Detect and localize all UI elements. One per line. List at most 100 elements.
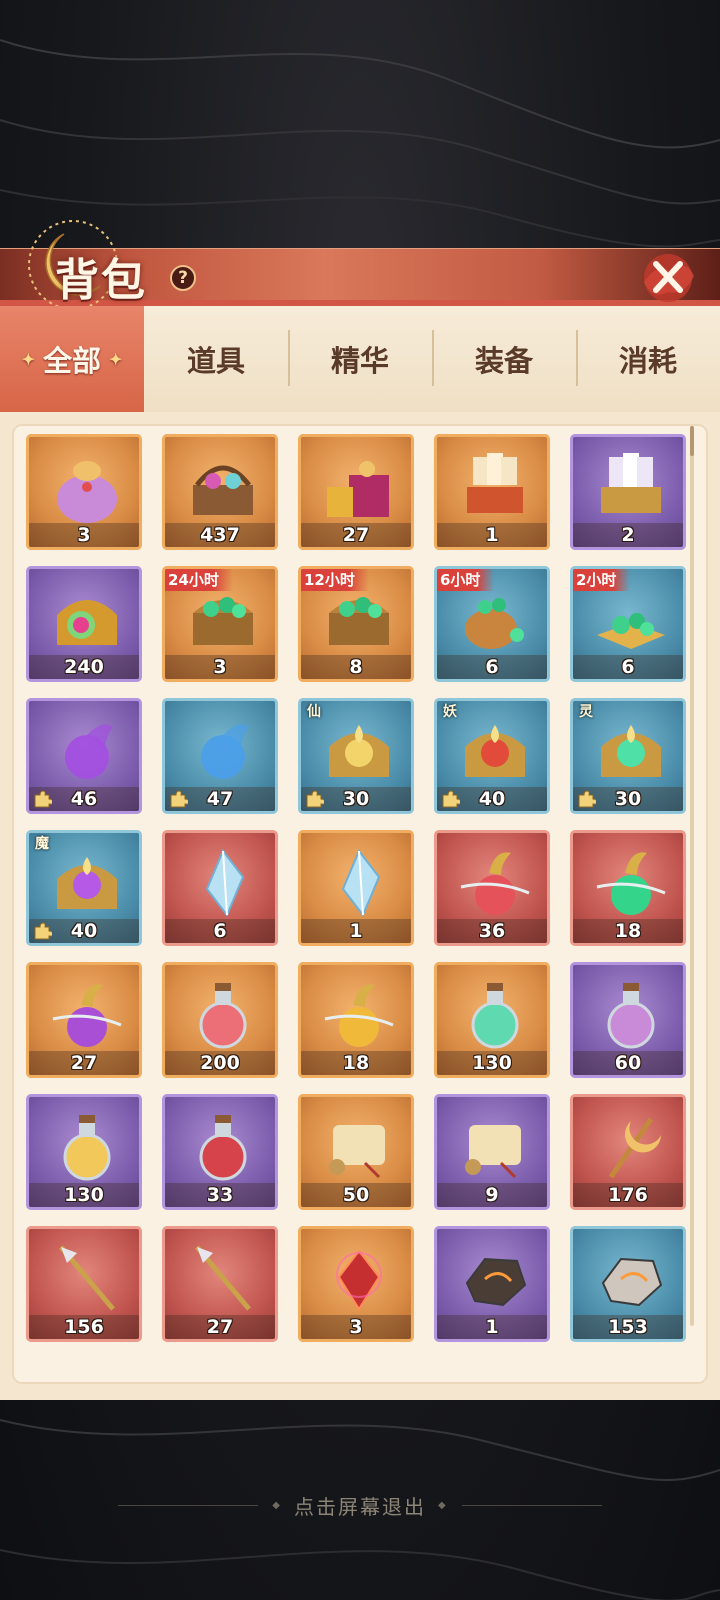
scroll-icon [329,1125,385,1179]
flame-orb-icon [201,724,249,779]
item-count: 36 [478,920,506,942]
puzzle-piece-icon [306,790,324,808]
inventory-item-green-gourd[interactable]: 18 [570,830,686,946]
crystal-icon [341,849,381,917]
inventory-item-red-potion[interactable]: 200 [162,962,278,1078]
inventory-item-gold-scroll[interactable]: 50 [298,1094,414,1210]
gift-box-icon [327,461,389,517]
tab-label: 精华 [330,344,389,378]
item-count: 27 [70,1052,98,1074]
inventory-item-fire-gem[interactable]: 3 [298,1226,414,1342]
item-count: 6 [621,656,635,678]
inventory-panel: ✦ 全部 ✦ 道具 精华 装备 消耗 3 437 27 1 2 240 3 24小时 8 12小时… [0,306,720,1400]
inventory-item-red-gourd[interactable]: 36 [434,830,550,946]
tab-essence[interactable]: 精华 [288,306,432,412]
tab-props[interactable]: 道具 [144,306,288,412]
time-limit-badge: 6小时 [437,569,495,591]
inventory-item-devil-chest[interactable]: 40 魔 [26,830,142,946]
inventory-item-card-chest[interactable]: 1 [434,434,550,550]
inventory-item-jade-chest[interactable]: 3 24小时 [162,566,278,682]
exit-hint[interactable]: ◆ 点击屏幕退出 ◆ [0,1490,720,1520]
jade-pile-icon [597,613,665,649]
item-count: 176 [608,1184,648,1206]
flame-orb-icon [65,724,113,779]
card-chest-icon [467,453,523,513]
item-count: 18 [614,920,642,942]
puzzle-piece-icon [442,790,460,808]
inventory-item-spirit-chest[interactable]: 30 灵 [570,698,686,814]
exit-hint-text: 点击屏幕退出 [294,1494,426,1519]
item-count: 240 [64,656,104,678]
inventory-item-purple-gourd[interactable]: 27 [26,962,142,1078]
inventory-item-ice-crystal-large[interactable]: 6 [162,830,278,946]
bag-icon [57,461,117,523]
gem-icon [336,1249,382,1311]
item-grid-frame: 3 437 27 1 2 240 3 24小时 8 12小时 6 6小时 6 2小时 46 47 30 仙 40 妖 3… [12,424,708,1384]
inventory-item-green-potion[interactable]: 130 [434,962,550,1078]
inventory-item-blue-flame-orb[interactable]: 47 [162,698,278,814]
inventory-item-moon-staff[interactable]: 176 [570,1094,686,1210]
tab-label: 消耗 [618,344,677,378]
inventory-item-silver-scroll[interactable]: 9 [434,1094,550,1210]
inventory-item-demon-chest[interactable]: 40 妖 [434,698,550,814]
item-count: 6 [485,656,499,678]
item-count: 156 [64,1316,104,1338]
item-count: 6 [213,920,227,942]
tab-equipment[interactable]: 装备 [432,306,576,412]
item-count: 9 [485,1184,499,1206]
race-chest-icon [57,857,117,909]
spear-icon [195,1245,251,1311]
help-button[interactable]: ? [170,265,196,291]
item-count: 27 [206,1316,234,1338]
race-chest-icon [465,725,525,777]
tab-all[interactable]: ✦ 全部 ✦ [0,306,144,412]
item-count: 18 [342,1052,370,1074]
inventory-item-potion-basket[interactable]: 437 [162,434,278,550]
jade-sack-icon [465,598,524,649]
inventory-item-treasure-pack[interactable]: 27 [298,434,414,550]
tab-label: 装备 [474,344,533,378]
inventory-item-steel-spear[interactable]: 27 [162,1226,278,1342]
spear-icon [59,1245,115,1311]
inventory-item-stone-ore[interactable]: 153 [570,1226,686,1342]
inventory-item-yellow-potion[interactable]: 130 [26,1094,142,1210]
inventory-item-ice-crystal-small[interactable]: 1 [298,830,414,946]
inventory-item-purple-flame-orb[interactable]: 46 [26,698,142,814]
inventory-item-jade-chest-open[interactable]: 8 12小时 [298,566,414,682]
inventory-item-jade-sack[interactable]: 6 6小时 [434,566,550,682]
basket-icon [193,465,253,515]
inventory-item-lucky-bag[interactable]: 3 [26,434,142,550]
jade-chest-icon [193,597,253,645]
close-icon[interactable] [630,242,700,312]
tab-consumables[interactable]: 消耗 [576,306,720,412]
tab-label: 道具 [186,344,245,378]
inventory-item-immortal-chest[interactable]: 30 仙 [298,698,414,814]
ore-icon [601,1257,663,1307]
inventory-item-crimson-potion[interactable]: 33 [162,1094,278,1210]
tab-label: 全部 [42,344,101,378]
scrollbar[interactable] [690,426,694,1326]
item-count: 200 [200,1052,240,1074]
background-wave-top [0,39,720,248]
crystal-icon [205,849,245,917]
ore-icon [465,1257,527,1307]
race-badge: 灵 [579,704,593,720]
jade-chest-icon [329,597,389,645]
item-count: 33 [206,1184,234,1206]
puzzle-piece-icon [34,790,52,808]
inventory-item-card-box[interactable]: 2 [570,434,686,550]
item-count: 153 [608,1316,648,1338]
inventory-item-jade-pile[interactable]: 6 2小时 [570,566,686,682]
scrollbar-thumb[interactable] [690,426,694,456]
item-count: 1 [485,1316,499,1338]
page-title: 背包 [55,255,147,306]
inventory-item-lava-ore[interactable]: 1 [434,1226,550,1342]
item-count: 130 [64,1184,104,1206]
inventory-item-golden-spear[interactable]: 156 [26,1226,142,1342]
inventory-item-rainbow-chest[interactable]: 240 [26,566,142,682]
item-count: 130 [472,1052,512,1074]
inventory-item-purple-potion[interactable]: 60 [570,962,686,1078]
inventory-item-gold-gourd[interactable]: 18 [298,962,414,1078]
sparkle-icon: ✦ [109,349,123,369]
race-badge: 仙 [307,704,321,720]
